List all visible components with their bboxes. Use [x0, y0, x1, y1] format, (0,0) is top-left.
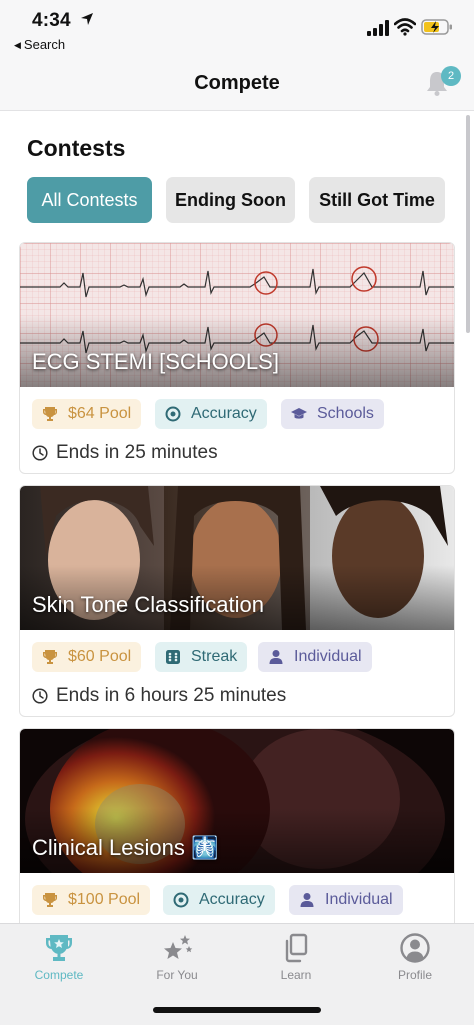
- ends-countdown: Ends in 6 hours 25 minutes: [32, 685, 286, 707]
- ends-label: Ends in 6 hours 25 minutes: [56, 685, 287, 706]
- pool-tag: $100 Pool: [32, 885, 151, 915]
- section-title: Contests: [27, 135, 126, 161]
- tab-label: Learn: [280, 968, 312, 982]
- target-icon: [173, 892, 189, 908]
- group-tag: Schools: [281, 399, 384, 429]
- group-tag: Individual: [258, 642, 372, 672]
- pool-tag: $60 Pool: [32, 642, 142, 672]
- target-icon: [165, 406, 181, 422]
- battery-charging-icon: [421, 19, 452, 35]
- filter-still-got-time[interactable]: Still Got Time: [309, 177, 445, 223]
- group-label: Individual: [294, 648, 362, 665]
- filter-all-contests[interactable]: All Contests: [27, 177, 152, 223]
- notification-badge: 2: [441, 66, 461, 86]
- metric-label: Accuracy: [191, 405, 257, 422]
- person-icon: [269, 650, 283, 664]
- scroll-indicator: [466, 115, 470, 333]
- home-indicator: [153, 1007, 321, 1013]
- copy-icon: [285, 933, 308, 963]
- group-label: Individual: [325, 891, 393, 908]
- tab-profile[interactable]: Profile: [356, 932, 474, 982]
- contest-title: ECG STEMI [SCHOOLS]: [32, 349, 279, 374]
- stars-icon: [164, 935, 193, 959]
- back-label: Search: [23, 37, 66, 52]
- contest-title: Clinical Lesions 🩻: [32, 835, 219, 860]
- metric-label: Accuracy: [199, 891, 265, 908]
- nav-header: Compete 2: [0, 60, 474, 111]
- dice-icon: [166, 650, 180, 664]
- group-tag: Individual: [289, 885, 403, 915]
- group-label: Schools: [317, 405, 374, 422]
- tab-learn[interactable]: Learn: [237, 932, 355, 982]
- tab-label: For You: [156, 968, 198, 982]
- contest-card-clinical-lesions[interactable]: Clinical Lesions 🩻 $100 Pool Accuracy In…: [19, 728, 455, 923]
- ends-countdown: Ends in 25 minutes: [32, 442, 218, 464]
- contests-scroll-area[interactable]: Contests All Contests Ending Soon Still …: [0, 111, 474, 923]
- trophy-icon: [43, 650, 57, 664]
- metric-tag: Streak: [155, 642, 248, 672]
- page-title: Compete: [194, 72, 280, 94]
- pool-label: $60 Pool: [68, 648, 132, 665]
- status-time: 4:34: [32, 10, 71, 31]
- contest-title: Skin Tone Classification: [32, 592, 264, 617]
- person-circle-icon: [400, 933, 430, 963]
- pool-label: $64 Pool: [68, 405, 132, 422]
- filter-ending-soon[interactable]: Ending Soon: [166, 177, 295, 223]
- pool-label: $100 Pool: [68, 891, 141, 908]
- contest-card-ecg[interactable]: ECG STEMI [SCHOOLS] $64 Pool Accuracy Sc…: [19, 242, 455, 474]
- location-arrow-icon: [81, 13, 93, 25]
- trophy-icon: [43, 407, 57, 421]
- trophy-icon: [43, 893, 57, 907]
- back-triangle-icon: ◀: [14, 40, 21, 50]
- pool-tag: $64 Pool: [32, 399, 142, 429]
- metric-label: Streak: [191, 648, 238, 665]
- back-to-search-link[interactable]: ◀ Search: [14, 37, 65, 52]
- tab-label: Compete: [34, 968, 84, 982]
- wifi-icon: [394, 18, 416, 36]
- clock-icon: [32, 688, 48, 704]
- metric-tag: Accuracy: [155, 399, 267, 429]
- tab-label: Profile: [397, 968, 432, 982]
- metric-tag: Accuracy: [163, 885, 275, 915]
- tab-compete[interactable]: Compete: [0, 932, 118, 982]
- tab-for-you[interactable]: For You: [118, 932, 236, 982]
- status-bar: 4:34 ◀ Search: [0, 0, 474, 60]
- trophy-icon: [46, 935, 72, 961]
- graduation-cap-icon: [291, 408, 307, 419]
- contest-card-skin-tone[interactable]: Skin Tone Classification $60 Pool Streak…: [19, 485, 455, 717]
- person-icon: [300, 893, 314, 907]
- clock-icon: [32, 445, 48, 461]
- ends-label: Ends in 25 minutes: [56, 442, 218, 463]
- cellular-signal-icon: [367, 20, 389, 36]
